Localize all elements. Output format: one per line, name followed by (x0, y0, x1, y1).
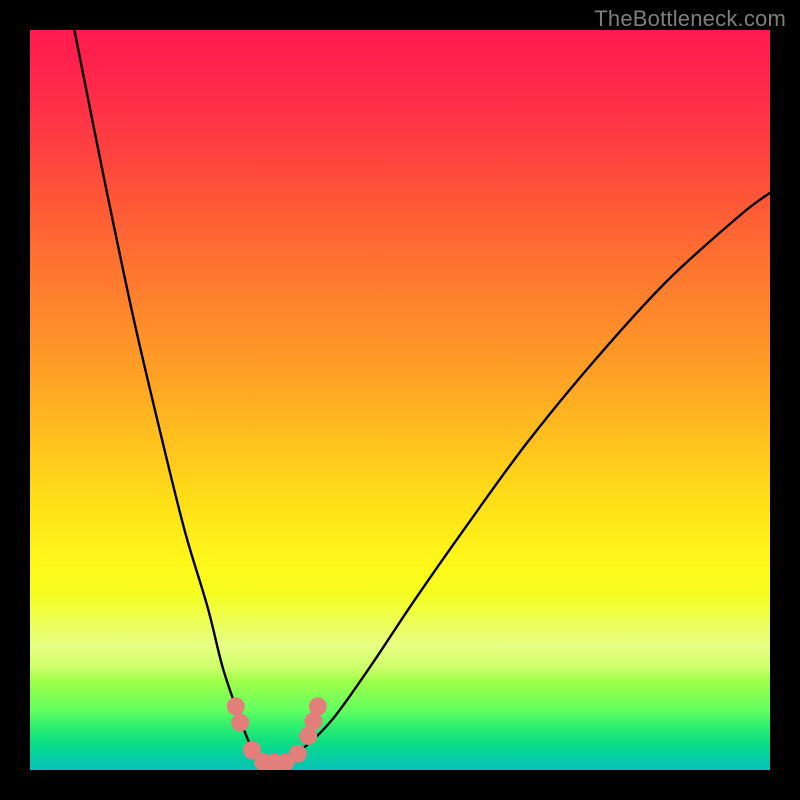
curves-svg (30, 30, 770, 770)
plot-area (30, 30, 770, 770)
watermark-text: TheBottleneck.com (594, 6, 786, 32)
chart-frame: TheBottleneck.com (0, 0, 800, 800)
valley-marker (289, 745, 307, 763)
right-curve (259, 193, 770, 764)
left-curve (74, 30, 289, 764)
valley-markers (227, 697, 327, 770)
valley-marker (309, 697, 327, 715)
valley-marker (231, 714, 249, 732)
valley-marker (227, 697, 245, 715)
